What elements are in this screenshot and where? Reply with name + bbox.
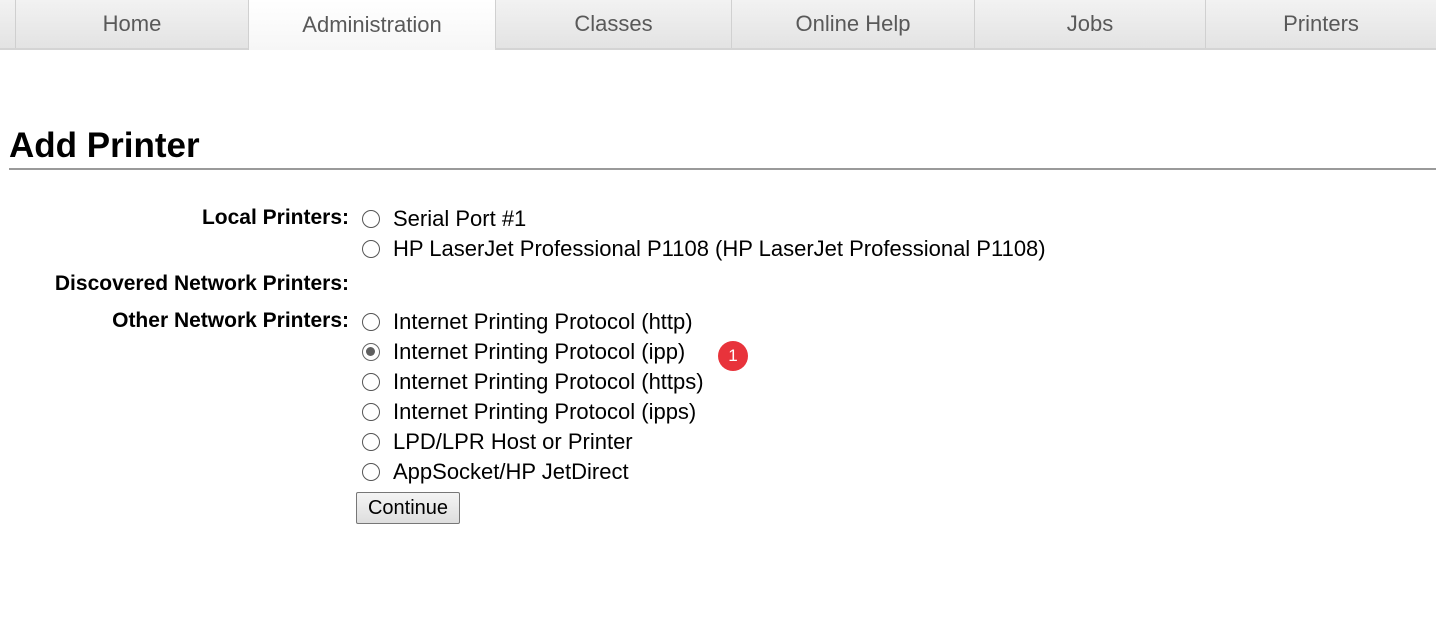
annotation-badge: 1 xyxy=(718,341,748,371)
option-ipp-http[interactable]: Internet Printing Protocol (http) xyxy=(362,308,693,336)
option-label: Internet Printing Protocol (https) xyxy=(393,369,704,394)
tab-home[interactable]: Home xyxy=(15,0,248,48)
page-title: Add Printer xyxy=(9,126,200,165)
option-label: Internet Printing Protocol (http) xyxy=(393,309,693,334)
tab-printers[interactable]: Printers xyxy=(1205,0,1436,48)
radio-ipp-ipp[interactable] xyxy=(362,343,380,361)
title-divider xyxy=(9,168,1436,170)
option-ipp-ipps[interactable]: Internet Printing Protocol (ipps) xyxy=(362,398,696,426)
option-serial-port[interactable]: Serial Port #1 xyxy=(362,205,526,233)
tab-classes[interactable]: Classes xyxy=(495,0,731,48)
option-label: Serial Port #1 xyxy=(393,206,527,231)
radio-serial-port[interactable] xyxy=(362,210,380,228)
tab-online-help[interactable]: Online Help xyxy=(731,0,974,48)
radio-hp-laserjet[interactable] xyxy=(362,240,380,258)
option-ipp-https[interactable]: Internet Printing Protocol (https) xyxy=(362,368,704,396)
option-hp-laserjet[interactable]: HP LaserJet Professional P1108 (HP Laser… xyxy=(362,235,1046,263)
option-label: AppSocket/HP JetDirect xyxy=(393,459,629,484)
tab-jobs[interactable]: Jobs xyxy=(974,0,1205,48)
option-label: LPD/LPR Host or Printer xyxy=(393,429,633,454)
radio-ipp-http[interactable] xyxy=(362,313,380,331)
tab-administration[interactable]: Administration xyxy=(248,0,495,50)
radio-appsocket[interactable] xyxy=(362,463,380,481)
option-label: Internet Printing Protocol (ipps) xyxy=(393,399,697,424)
radio-ipp-https[interactable] xyxy=(362,373,380,391)
option-label: HP LaserJet Professional P1108 (HP Laser… xyxy=(393,236,1046,261)
continue-button[interactable]: Continue xyxy=(356,492,460,524)
other-printers-label: Other Network Printers: xyxy=(112,309,349,332)
nav-tabbar: Home Administration Classes Online Help … xyxy=(0,0,1436,50)
option-label: Internet Printing Protocol (ipp) xyxy=(393,339,686,364)
option-lpd-lpr[interactable]: LPD/LPR Host or Printer xyxy=(362,428,633,456)
option-appsocket[interactable]: AppSocket/HP JetDirect xyxy=(362,458,629,486)
discovered-printers-label: Discovered Network Printers: xyxy=(54,272,349,295)
local-printers-label: Local Printers: xyxy=(201,206,349,229)
option-ipp-ipp[interactable]: Internet Printing Protocol (ipp) xyxy=(362,338,685,366)
radio-ipp-ipps[interactable] xyxy=(362,403,380,421)
radio-lpd-lpr[interactable] xyxy=(362,433,380,451)
